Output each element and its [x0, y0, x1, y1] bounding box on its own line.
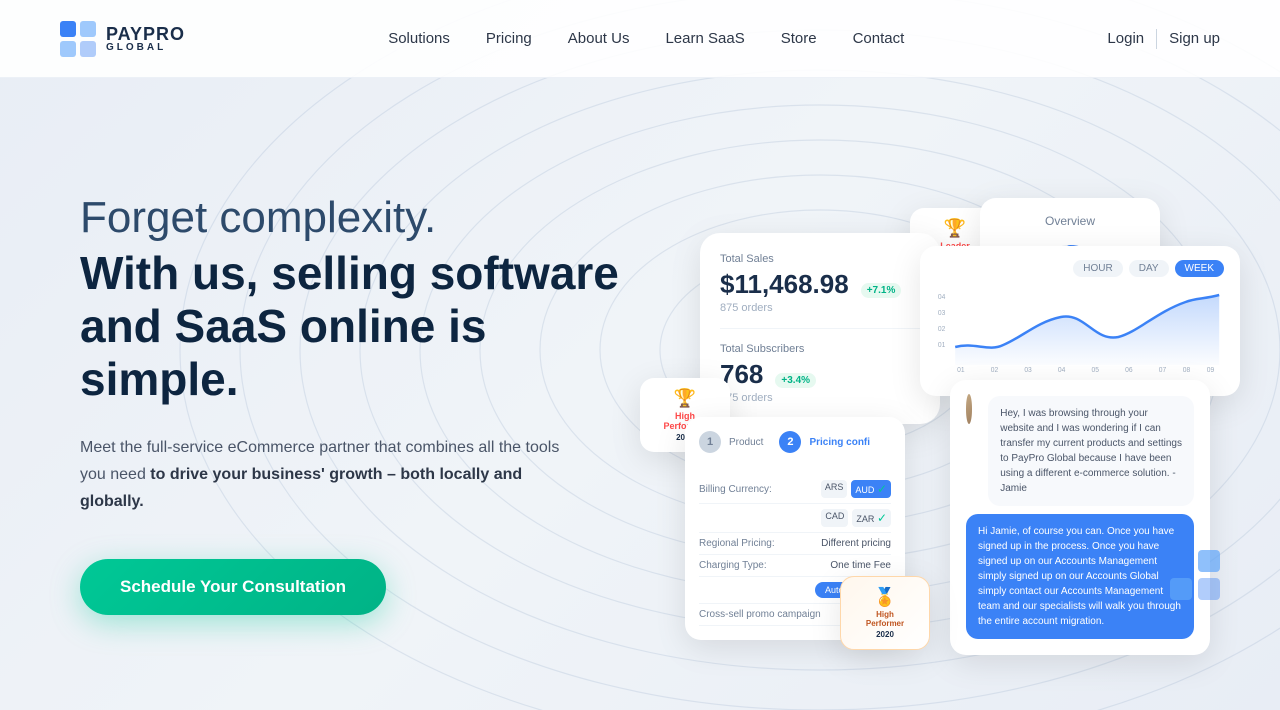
chat-question: Hey, I was browsing through your website…: [988, 396, 1194, 506]
hero-title-line1: With us, selling software: [80, 247, 619, 299]
chat-question-text: Hey, I was browsing through your website…: [1000, 406, 1182, 496]
overview-title: Overview: [996, 214, 1144, 228]
logo-icon: [60, 21, 96, 57]
nav-divider: [1156, 29, 1157, 49]
currency-ars[interactable]: ARS: [821, 480, 848, 498]
nav-contact[interactable]: Contact: [853, 30, 905, 47]
chat-question-row: Hey, I was browsing through your website…: [966, 396, 1194, 514]
g2-performer-icon: 🏆: [650, 388, 720, 409]
sales-value: $11,468.98: [720, 269, 849, 300]
sales-label: Total Sales: [720, 253, 920, 265]
nav-about[interactable]: About Us: [568, 30, 630, 47]
svg-text:09: 09: [1207, 367, 1215, 374]
chart-tabs: HOUR DAY WEEK: [936, 260, 1224, 277]
nav-solutions[interactable]: Solutions: [388, 30, 450, 47]
nav-links: Solutions Pricing About Us Learn SaaS St…: [388, 30, 904, 47]
sales-card: Total Sales $11,468.98 +7.1% 875 orders …: [700, 233, 940, 424]
svg-text:02: 02: [938, 326, 946, 333]
pricing-row-billing2: CAD ZAR ✓: [699, 504, 891, 533]
pricing-row-billing: Billing Currency: ARS AUD ✓: [699, 475, 891, 504]
nav-learn[interactable]: Learn SaaS: [665, 30, 744, 47]
hero-title-line2: and SaaS online is: [80, 300, 486, 352]
step-1-label: Product: [729, 437, 763, 448]
svg-text:01: 01: [938, 342, 946, 349]
card-divider: [720, 328, 920, 329]
svg-text:04: 04: [1058, 367, 1066, 374]
hero-section: Forget complexity. With us, selling soft…: [0, 78, 1280, 710]
svg-text:07: 07: [1159, 367, 1167, 374]
subscribers-badge: +3.4%: [775, 373, 816, 388]
currency-cad[interactable]: CAD: [821, 509, 848, 527]
chat-card: Hey, I was browsing through your website…: [950, 380, 1210, 655]
hero-tagline: Forget complexity.: [80, 193, 640, 244]
sales-badge: +7.1%: [861, 283, 902, 298]
svg-text:03: 03: [938, 310, 946, 317]
logo-global: GLOBAL: [106, 43, 185, 53]
chart-tab-hour[interactable]: HOUR: [1073, 260, 1122, 277]
svg-text:06: 06: [1125, 367, 1133, 374]
svg-text:08: 08: [1183, 367, 1191, 374]
currency-aud[interactable]: AUD ✓: [851, 480, 891, 498]
chat-answer-text: Hi Jamie, of course you can. Once you ha…: [978, 524, 1182, 629]
step-2: 2 Pricing confi: [779, 431, 870, 453]
momentum-year: 2020: [851, 630, 919, 639]
momentum-title: High: [851, 610, 919, 619]
step-1: 1 Product: [699, 431, 763, 453]
sales-orders: 875 orders: [720, 302, 920, 314]
hero-right: 🏆 Leader THE 2020 Total Sales $11,468.98…: [640, 78, 1220, 710]
hero-left: Forget complexity. With us, selling soft…: [80, 173, 640, 616]
svg-text:04: 04: [938, 294, 946, 301]
chart-card: HOUR DAY WEEK 04 03 02 01 01 02 03 04 05…: [920, 246, 1240, 396]
subscribers-label: Total Subscribers: [720, 343, 920, 355]
chart-tab-day[interactable]: DAY: [1129, 260, 1169, 277]
signup-link[interactable]: Sign up: [1169, 30, 1220, 47]
pricing-steps: 1 Product 2 Pricing confi: [699, 431, 891, 463]
nav-store[interactable]: Store: [781, 30, 817, 47]
hero-title-line3: simple.: [80, 353, 239, 405]
hero-title: With us, selling software and SaaS onlin…: [80, 247, 640, 406]
paypro-float-icon: [1170, 550, 1220, 600]
subscribers-orders: 875 orders: [720, 392, 920, 404]
pricing-row-regional: Regional Pricing: Different pricing: [699, 533, 891, 555]
nav-auth: Login Sign up: [1107, 29, 1220, 49]
chat-answer: Hi Jamie, of course you can. Once you ha…: [966, 514, 1194, 639]
step-2-circle: 2: [779, 431, 801, 453]
momentum-icon: 🏅: [851, 587, 919, 608]
chart-svg: 04 03 02 01 01 02 03 04 05 06 07 08 09: [936, 287, 1224, 377]
svg-text:01: 01: [957, 367, 965, 374]
pricing-row-charging: Charging Type: One time Fee: [699, 555, 891, 577]
login-link[interactable]: Login: [1107, 30, 1144, 47]
chart-tab-week[interactable]: WEEK: [1175, 260, 1224, 277]
step-2-label: Pricing confi: [809, 437, 870, 448]
logo[interactable]: PAYPRO GLOBAL: [60, 21, 185, 57]
logo-text: PAYPRO GLOBAL: [106, 25, 185, 53]
svg-text:05: 05: [1092, 367, 1100, 374]
cta-button[interactable]: Schedule Your Consultation: [80, 559, 386, 615]
chat-avatar: [966, 394, 972, 424]
nav-pricing[interactable]: Pricing: [486, 30, 532, 47]
momentum-title2: Performer: [851, 619, 919, 628]
step-1-circle: 1: [699, 431, 721, 453]
navbar: PAYPRO GLOBAL Solutions Pricing About Us…: [0, 0, 1280, 78]
currency-zar[interactable]: ZAR ✓: [852, 509, 891, 527]
svg-text:02: 02: [991, 367, 999, 374]
logo-paypro: PAYPRO: [106, 25, 185, 43]
g2-performer2-badge: 🏅 High Performer 2020: [840, 576, 930, 650]
svg-text:03: 03: [1024, 367, 1032, 374]
hero-description: Meet the full-service eCommerce partner …: [80, 434, 560, 516]
